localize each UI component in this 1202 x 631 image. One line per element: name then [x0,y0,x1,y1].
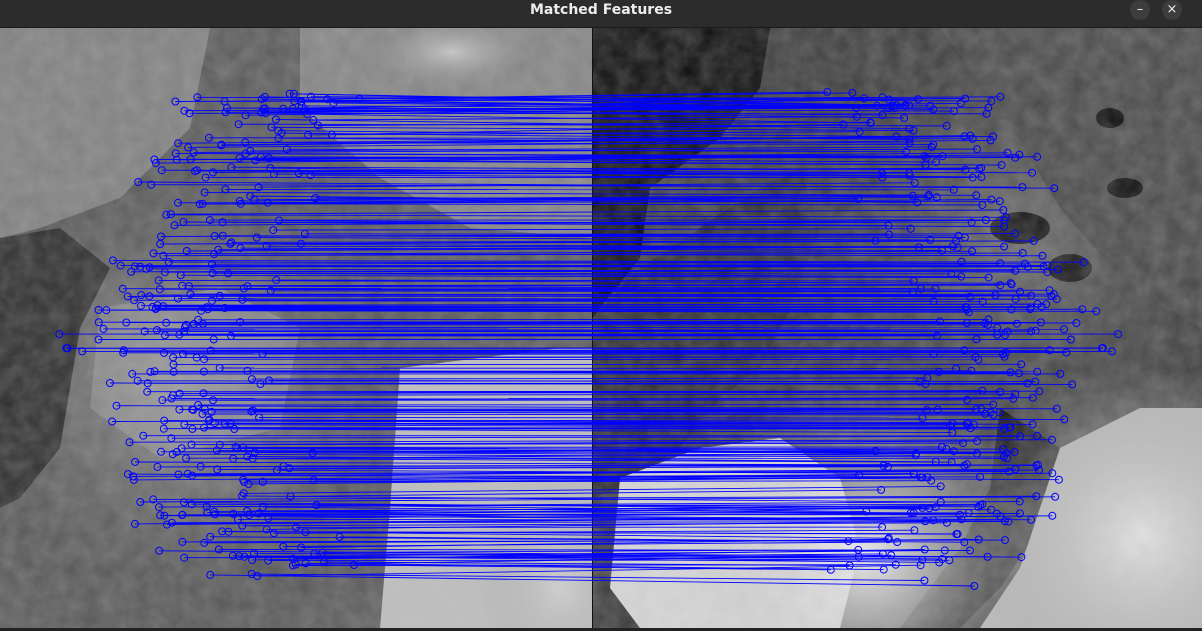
close-button[interactable]: × [1162,0,1182,20]
minimize-icon: – [1136,2,1144,17]
window-title: Matched Features [529,2,673,18]
title-bar[interactable]: Matched Features – × [0,0,1202,28]
match-line [189,112,987,115]
match-line [156,329,1036,332]
match-line [204,358,979,361]
minimize-button[interactable]: – [1130,0,1150,20]
match-line [196,356,976,359]
matched-features-canvas [0,28,1202,628]
match-line [219,367,957,370]
app-window: Matched Features – × [0,0,1202,631]
match-line [259,417,923,419]
match-line [177,298,1016,300]
match-line [237,447,947,450]
close-icon: × [1166,2,1178,17]
